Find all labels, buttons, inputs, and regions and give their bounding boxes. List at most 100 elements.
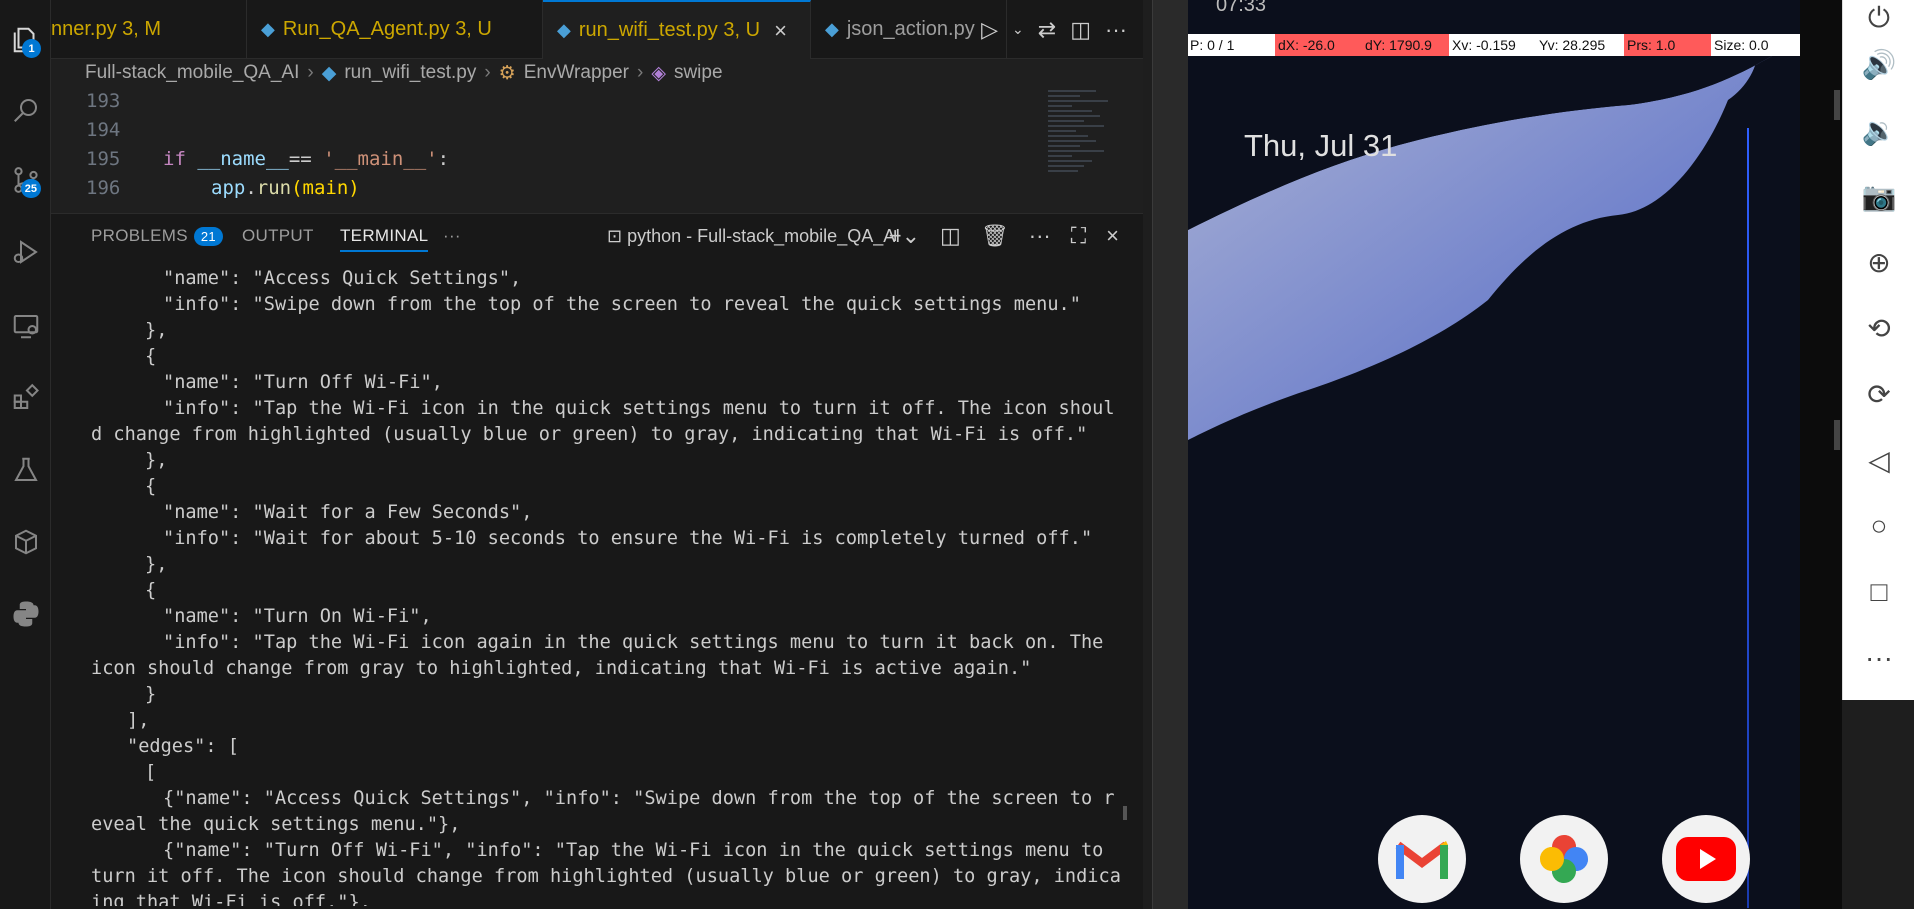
tab-terminal[interactable]: TERMINAL <box>340 226 429 252</box>
youtube-icon[interactable] <box>1662 815 1750 903</box>
chevron-down-icon[interactable]: ⌄ <box>1012 21 1024 38</box>
terminal-line: "info": "Wait for about 5-10 seconds to … <box>163 528 1093 549</box>
volume-down-icon[interactable]: 🔉 <box>1843 102 1914 158</box>
emulator-toolbar: ⏻ 🔊 🔉 📷 ⊕ ⟲ ⟳ ◁ ○ □ ··· <box>1842 0 1914 700</box>
volume-button <box>1834 90 1840 120</box>
volume-up-icon[interactable]: 🔊 <box>1843 36 1914 92</box>
split-editor-icon[interactable]: ◫ <box>1070 17 1091 43</box>
run-icon[interactable]: ▷ <box>981 17 998 43</box>
breadcrumb-class[interactable]: EnvWrapper <box>524 62 629 84</box>
tab-runner[interactable]: nner.py 3, M <box>37 0 247 59</box>
new-terminal-icon[interactable]: +⌄ <box>889 223 920 249</box>
terminal-line: d change from highlighted (usually blue … <box>91 424 1088 445</box>
code-object: app <box>211 177 246 199</box>
testing-icon[interactable] <box>0 444 51 496</box>
zoom-icon[interactable]: ⊕ <box>1843 234 1914 290</box>
code-keyword: if <box>163 148 186 170</box>
breadcrumb: Full-stack_mobile_QA_AI › ◆ run_wifi_tes… <box>51 59 1143 87</box>
emulator-frame-right <box>1800 0 1842 909</box>
terminal-line: { <box>145 580 157 601</box>
terminal-line: { <box>145 476 157 497</box>
photos-icon[interactable] <box>1520 815 1608 903</box>
touch-trail <box>1747 128 1749 908</box>
line-number: 193 <box>86 90 121 112</box>
activity-bar: 1 25 <box>0 0 51 909</box>
tab-label: PROBLEMS <box>91 226 188 245</box>
tab-run-qa-agent[interactable]: ◆ Run_QA_Agent.py 3, U <box>247 0 543 59</box>
android-emulator-screen[interactable]: 07:33 P: 0 / 1 dX: -26.0 dY: 1790.9 Xv: … <box>1188 0 1800 909</box>
run-debug-icon[interactable] <box>0 226 51 278</box>
terminal-line: { <box>145 346 157 367</box>
overlay-size: Size: 0.0 <box>1714 37 1769 53</box>
line-number: 194 <box>86 119 121 141</box>
pointer-location-overlay: P: 0 / 1 dX: -26.0 dY: 1790.9 Xv: -0.159… <box>1188 34 1800 56</box>
chevron-right-icon: › <box>636 62 644 83</box>
method-icon: ◈ <box>651 62 666 84</box>
editor-tab-bar: nner.py 3, M ◆ Run_QA_Agent.py 3, U ◆ ru… <box>51 0 1143 59</box>
code-variable: __name__ <box>197 148 289 170</box>
more-actions-icon[interactable]: ··· <box>1029 223 1051 249</box>
split-terminal-icon[interactable]: ◫ <box>940 223 961 249</box>
minimap[interactable] <box>1048 87 1128 207</box>
editor-actions: ▷ ⌄ ⇄ ◫ ··· <box>981 0 1143 59</box>
back-icon[interactable]: ◁ <box>1843 432 1914 488</box>
remote-explorer-icon[interactable] <box>0 300 51 352</box>
search-icon[interactable] <box>0 84 51 136</box>
tab-problems[interactable]: PROBLEMS 21 <box>91 226 223 246</box>
terminal-line: "info": "Tap the Wi-Fi icon in the quick… <box>163 398 1115 419</box>
terminal-scrollbar[interactable] <box>1123 806 1127 820</box>
code-operator: == <box>288 148 324 170</box>
python-file-icon: ◆ <box>825 19 839 39</box>
tab-label: Run_QA_Agent.py <box>282 18 450 40</box>
maximize-icon[interactable]: ⛶ <box>1071 223 1086 249</box>
python-file-icon: ◆ <box>557 20 571 40</box>
tab-label: nner.py <box>51 18 117 40</box>
rotate-right-icon[interactable]: ⟳ <box>1843 366 1914 422</box>
terminal-line: {"name": "Turn Off Wi-Fi", "info": "Tap … <box>163 840 1104 861</box>
home-icon[interactable]: ○ <box>1843 498 1914 554</box>
code-function: run <box>256 177 292 199</box>
gmail-icon[interactable] <box>1378 815 1466 903</box>
compare-icon[interactable]: ⇄ <box>1038 17 1056 43</box>
python-icon[interactable] <box>0 588 51 640</box>
tab-status: 3, U <box>723 19 761 41</box>
terminal-line: "info": "Tap the Wi-Fi icon again in the… <box>163 632 1104 653</box>
terminal-icon: ⊡ <box>607 226 623 246</box>
tab-output[interactable]: OUTPUT <box>242 226 314 246</box>
wallpaper-wave <box>1188 0 1800 480</box>
trash-icon[interactable]: 🗑 <box>981 223 1009 249</box>
more-icon[interactable]: ··· <box>1843 630 1914 686</box>
camera-icon[interactable]: 📷 <box>1843 168 1914 224</box>
overlay-dx: dX: -26.0 <box>1278 37 1335 53</box>
tab-label: json_action.py <box>846 18 975 40</box>
more-actions-icon[interactable]: ··· <box>1105 17 1127 43</box>
containers-icon[interactable] <box>0 516 51 568</box>
close-icon[interactable]: × <box>1106 223 1119 249</box>
close-icon[interactable]: × <box>774 18 787 44</box>
extensions-icon[interactable] <box>0 372 51 424</box>
terminal-line: "name": "Wait for a Few Seconds", <box>163 502 533 523</box>
breadcrumb-method[interactable]: swipe <box>674 62 723 84</box>
python-file-icon: ◆ <box>321 62 337 84</box>
window-divider[interactable] <box>1143 0 1153 909</box>
code-editor[interactable]: 193 194 195 196 if __name__== '__main__'… <box>51 87 1143 213</box>
overlay-pointer-count: P: 0 / 1 <box>1190 37 1235 53</box>
breadcrumb-file[interactable]: run_wifi_test.py <box>344 62 476 84</box>
code-string: '__main__' <box>323 148 438 170</box>
terminal-line: "name": "Turn Off Wi-Fi", <box>163 372 443 393</box>
code-dot: . <box>245 177 257 199</box>
breadcrumb-folder[interactable]: Full-stack_mobile_QA_AI <box>85 62 299 84</box>
rotate-left-icon[interactable]: ⟲ <box>1843 300 1914 356</box>
overview-icon[interactable]: □ <box>1843 564 1914 620</box>
source-control-icon[interactable]: 25 <box>0 154 51 206</box>
tab-json-action[interactable]: ◆ json_action.py <box>811 0 1007 59</box>
terminal-name: python - Full-stack_mobile_QA_AI <box>627 226 901 246</box>
terminal-output[interactable]: "name": "Access Quick Settings", "info": … <box>91 266 1121 906</box>
python-file-icon: ◆ <box>261 19 275 39</box>
terminal-selector[interactable]: ⊡ python - Full-stack_mobile_QA_AI <box>607 226 900 247</box>
panel-more-icon[interactable]: ··· <box>443 226 461 246</box>
terminal-line: "info": "Swipe down from the top of the … <box>163 294 1081 315</box>
status-bar-clock: 07:33 <box>1216 0 1267 16</box>
bottom-panel: PROBLEMS 21 OUTPUT TERMINAL ··· ⊡ python … <box>51 213 1143 909</box>
tab-run-wifi-test[interactable]: ◆ run_wifi_test.py 3, U × <box>543 0 811 59</box>
